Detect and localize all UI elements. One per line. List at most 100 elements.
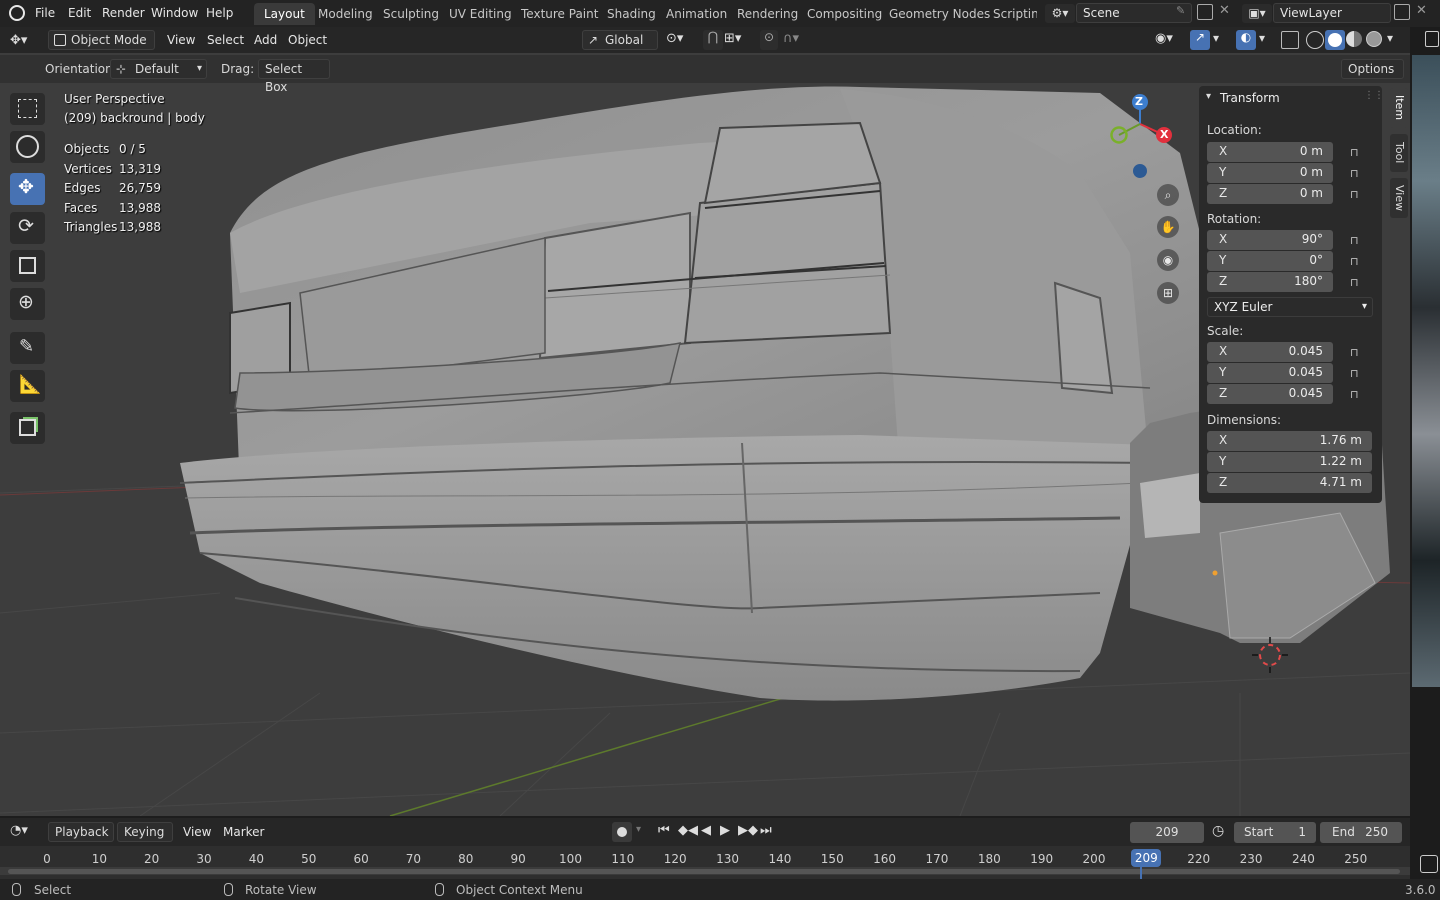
clock-icon[interactable]: ◷ xyxy=(1212,823,1224,839)
tool-rotate[interactable]: ⟳ xyxy=(10,212,45,244)
sidebar-tab-tool[interactable]: Tool xyxy=(1390,134,1408,172)
menu-file[interactable]: File xyxy=(29,4,61,22)
orientation-setting-dropdown[interactable]: ⊹ Default ▾ xyxy=(110,59,207,79)
play-button[interactable]: ▶ xyxy=(720,823,730,838)
tab-animation[interactable]: Animation xyxy=(656,3,737,25)
tab-texture-paint[interactable]: Texture Paint xyxy=(511,3,608,25)
shading-dropdown-icon[interactable]: ▾ xyxy=(1387,31,1393,45)
shading-material-icon[interactable] xyxy=(1346,31,1362,47)
lock-icon[interactable]: ⊓ xyxy=(1350,188,1364,201)
rotation-mode-dropdown[interactable]: XYZ Euler ▾ xyxy=(1207,297,1373,317)
visibility-icon[interactable]: ◉▾ xyxy=(1155,31,1173,46)
editor-menu-icon[interactable] xyxy=(1425,31,1439,47)
location-z-field[interactable]: Z 0 m xyxy=(1207,184,1333,204)
location-x-field[interactable]: X 0 m xyxy=(1207,142,1333,162)
play-reverse-button[interactable]: ◀ xyxy=(701,823,711,838)
shading-solid-icon[interactable] xyxy=(1325,30,1345,50)
gizmo-toggle-icon[interactable]: ↗ xyxy=(1190,30,1210,50)
menu-render[interactable]: Render xyxy=(96,4,151,22)
record-button[interactable] xyxy=(612,822,632,842)
tool-scale[interactable] xyxy=(10,250,45,282)
menu-object[interactable]: Object xyxy=(282,31,333,49)
falloff-icon[interactable]: ∩▾ xyxy=(783,31,809,51)
lock-icon[interactable]: ⊓ xyxy=(1350,255,1364,268)
scene-icon[interactable]: ⚙▾ xyxy=(1045,4,1075,23)
gizmo-dropdown-icon[interactable]: ▾ xyxy=(1213,31,1219,45)
shading-rendered-icon[interactable] xyxy=(1366,31,1382,47)
scale-z-field[interactable]: Z 0.045 xyxy=(1207,384,1333,404)
jump-end-button[interactable]: ⏭ xyxy=(760,823,772,838)
editor-type-icon[interactable]: ✥▾ xyxy=(10,31,40,51)
scene-selector[interactable]: Scene xyxy=(1076,3,1192,23)
zoom-icon[interactable]: ⌕ xyxy=(1157,184,1179,206)
tab-scripting[interactable]: Scripting xyxy=(983,3,1037,25)
playback-menu[interactable]: Playback ▾ xyxy=(48,822,114,857)
viewlayer-icon[interactable]: ▣▾ xyxy=(1242,4,1272,23)
sidebar-tab-view[interactable]: View xyxy=(1390,178,1408,218)
overlay-dropdown-icon[interactable]: ▾ xyxy=(1259,31,1265,45)
current-frame-field[interactable]: 209 xyxy=(1130,822,1204,843)
rotation-x-field[interactable]: X 90° xyxy=(1207,230,1333,250)
tab-modeling[interactable]: Modeling xyxy=(308,3,383,25)
new-viewlayer-icon[interactable] xyxy=(1394,4,1410,20)
next-keyframe-button[interactable]: ▶◆ xyxy=(738,823,758,838)
options-dropdown[interactable]: Options ▾ xyxy=(1341,59,1404,96)
close-scene-icon[interactable]: ✕ xyxy=(1219,3,1230,18)
menu-view[interactable]: View xyxy=(161,31,201,49)
close-viewlayer-icon[interactable]: ✕ xyxy=(1416,3,1427,18)
tab-layout[interactable]: Layout xyxy=(254,3,315,25)
dimensions-z-field[interactable]: Z 4.71 m xyxy=(1207,473,1372,493)
lock-icon[interactable]: ⊓ xyxy=(1350,388,1364,401)
timeline-editor-icon[interactable]: ◔▾ xyxy=(10,823,28,838)
menu-add[interactable]: Add xyxy=(248,31,283,49)
transform-orientation-selector[interactable]: ↗ Global xyxy=(582,30,658,50)
jump-start-button[interactable]: ⏮ xyxy=(658,823,670,838)
tool-measure[interactable]: 📐 xyxy=(10,370,45,402)
tool-move[interactable]: ✥ xyxy=(10,173,45,205)
start-frame-field[interactable]: Start 1 xyxy=(1234,822,1316,843)
sidebar-tab-item[interactable]: Item xyxy=(1390,88,1408,128)
overlay-toggle-icon[interactable]: ◐ xyxy=(1236,30,1256,50)
lock-icon[interactable]: ⊓ xyxy=(1350,234,1364,247)
new-scene-icon[interactable] xyxy=(1197,4,1213,20)
drag-handle-icon[interactable]: ⋮⋮ xyxy=(1364,90,1384,101)
tool-cursor[interactable] xyxy=(10,131,45,163)
ortho-toggle-icon[interactable]: ⊞ xyxy=(1157,282,1179,304)
lock-icon[interactable]: ⊓ xyxy=(1350,367,1364,380)
lock-icon[interactable]: ⊓ xyxy=(1350,146,1364,159)
viewlayer-selector[interactable]: ViewLayer xyxy=(1273,3,1391,23)
keying-menu[interactable]: Keying ▾ xyxy=(117,822,173,859)
dimensions-y-field[interactable]: Y 1.22 m xyxy=(1207,452,1372,472)
shading-wireframe-icon[interactable] xyxy=(1306,31,1324,49)
tool-transform[interactable]: ⊕ xyxy=(10,288,45,320)
tab-uv-editing[interactable]: UV Editing xyxy=(439,3,522,25)
pivot-icon[interactable]: ⊙▾ xyxy=(666,31,696,51)
snap-icon[interactable]: ⋂ xyxy=(703,30,723,50)
lock-icon[interactable]: ⊓ xyxy=(1350,276,1364,289)
menu-window[interactable]: Window xyxy=(145,4,204,22)
proportional-edit-icon[interactable]: ⊙ xyxy=(760,30,778,50)
rotation-z-field[interactable]: Z 180° xyxy=(1207,272,1333,292)
camera-view-icon[interactable]: ◉ xyxy=(1157,249,1179,271)
tab-sculpting[interactable]: Sculpting xyxy=(373,3,449,25)
blender-logo-icon[interactable] xyxy=(9,5,25,21)
tool-select-box[interactable] xyxy=(10,93,45,125)
drag-setting-dropdown[interactable]: Select Box xyxy=(258,59,330,94)
dimensions-x-field[interactable]: X 1.76 m xyxy=(1207,431,1372,451)
navigation-gizmo[interactable] xyxy=(1100,88,1190,178)
current-frame-marker[interactable]: 209 xyxy=(1131,849,1162,867)
snap-target-icon[interactable]: ⊞▾ xyxy=(724,31,754,51)
timeline-marker-menu[interactable]: Marker xyxy=(217,823,270,841)
tab-compositing[interactable]: Compositing xyxy=(797,3,892,25)
scale-x-field[interactable]: X 0.045 xyxy=(1207,342,1333,362)
mode-selector[interactable]: Object Mode xyxy=(48,30,155,50)
scrubbing-region-scrollbar[interactable] xyxy=(8,869,1400,874)
chevron-down-icon[interactable]: ▾ xyxy=(1206,91,1211,102)
rotation-y-field[interactable]: Y 0° xyxy=(1207,251,1333,271)
pin-icon[interactable]: ✎ xyxy=(1176,4,1185,17)
prev-keyframe-button[interactable]: ◆◀ xyxy=(678,823,698,838)
lock-icon[interactable]: ⊓ xyxy=(1350,167,1364,180)
timeline-side-icon[interactable] xyxy=(1420,855,1438,873)
tool-add-cube[interactable] xyxy=(10,412,45,444)
record-options-icon[interactable]: ▾ xyxy=(636,824,641,835)
